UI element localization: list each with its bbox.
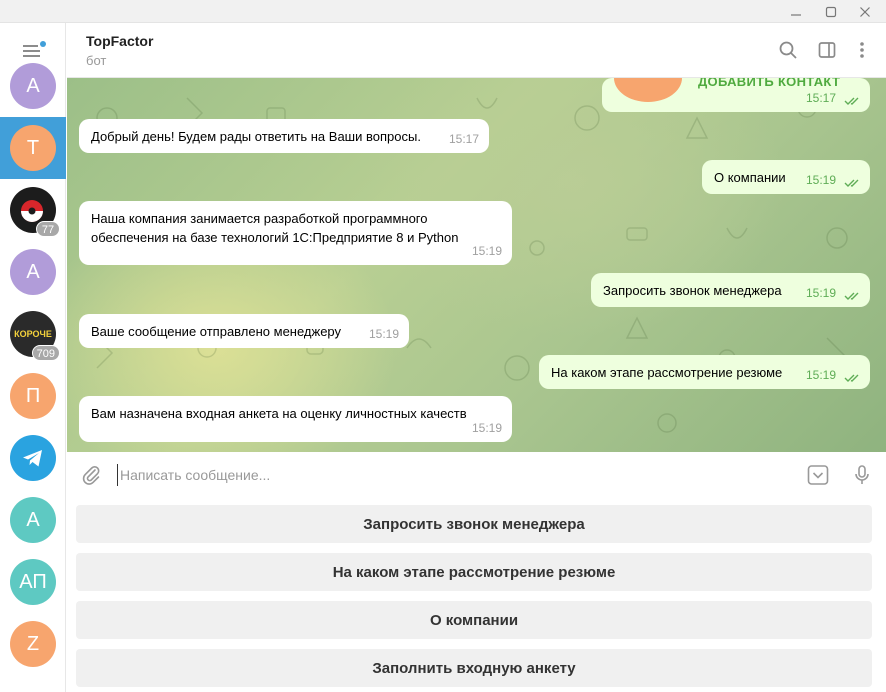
message-text: Запросить звонок менеджера [603, 283, 782, 298]
message-time: 15:19 [471, 244, 502, 258]
chat-avatar: АП [10, 559, 56, 605]
chat-avatar-initials: АП [19, 570, 47, 593]
read-checkmarks-icon [844, 292, 859, 300]
chat-list-item[interactable]: П [0, 365, 66, 427]
message-history[interactable]: ДОБАВИТЬ КОНТАКТ 15:17 Добрый день! Будем … [67, 78, 886, 452]
message-time: 15:19 [471, 421, 502, 435]
chat-avatar: A [10, 63, 56, 109]
message-time: 15:19 [805, 368, 836, 382]
message-time: 15:17 [805, 91, 836, 105]
unread-count-badge: 709 [31, 345, 60, 361]
more-options-button[interactable] [850, 38, 874, 62]
outgoing-message[interactable]: Запросить звонок менеджера 15:19 [591, 273, 870, 307]
maximize-button[interactable] [815, 0, 847, 23]
message-text: Наша компания занимается разработкой про… [91, 211, 459, 245]
chat-avatar: T [10, 125, 56, 171]
message-time: 15:19 [805, 173, 836, 187]
incoming-message[interactable]: Наша компания занимается разработкой про… [79, 201, 512, 265]
chat-avatar: A [10, 249, 56, 295]
search-button[interactable] [776, 38, 800, 62]
outgoing-message[interactable]: На каком этапе рассмотрение резюме 15:19 [539, 355, 870, 389]
unread-count-badge: 77 [36, 221, 60, 237]
minimize-button[interactable] [780, 0, 812, 23]
close-window-button[interactable] [849, 0, 881, 23]
chat-list-item[interactable]: A [0, 489, 66, 551]
chat-list-item[interactable]: 77 [0, 179, 66, 241]
search-icon [779, 41, 797, 59]
keyboard-toggle-icon [807, 465, 829, 485]
chat-avatar: A [10, 497, 56, 543]
bot-keyboard-toggle-button[interactable] [806, 463, 830, 487]
chat-avatar-initials: T [26, 136, 40, 159]
chat-avatar-initials: A [26, 508, 40, 531]
message-input[interactable] [117, 464, 797, 486]
close-icon [860, 6, 870, 17]
microphone-icon [855, 465, 869, 484]
sidebar-toggle-button[interactable] [815, 38, 839, 62]
message-text: О компании [714, 170, 786, 185]
message-composer [67, 452, 886, 498]
chat-status: бот [86, 53, 107, 68]
chat-list-item[interactable]: T [0, 117, 66, 179]
keyboard-button-fill-questionnaire[interactable]: Заполнить входную анкету [76, 649, 872, 687]
read-checkmarks-icon [844, 374, 859, 382]
chat-list-sidebar: A T 77 A КОРОЧЕ 709 П A АП Z [0, 23, 66, 692]
read-checkmarks-icon [844, 97, 859, 105]
window-titlebar [0, 0, 886, 23]
voice-message-button[interactable] [850, 463, 874, 487]
incoming-message[interactable]: Ваше сообщение отправлено менеджеру 15:19 [79, 314, 409, 348]
message-time: 15:19 [805, 286, 836, 300]
outgoing-message[interactable]: ДОБАВИТЬ КОНТАКТ 15:17 [602, 78, 870, 112]
sidebar-panel-icon [818, 42, 836, 58]
outgoing-message[interactable]: О компании 15:19 [702, 160, 870, 194]
chat-avatar [10, 435, 56, 481]
chat-list-item[interactable]: Z [0, 613, 66, 675]
chat-list-item[interactable]: АП [0, 551, 66, 613]
telegram-icon [23, 450, 42, 467]
contact-avatar [614, 78, 682, 102]
chat-list-item[interactable] [0, 427, 66, 489]
chat-avatar-initials: П [25, 384, 41, 407]
chat-header: TopFactor бот [67, 23, 886, 78]
chat-list-item[interactable]: КОРОЧЕ 709 [0, 303, 66, 365]
paperclip-icon [82, 466, 100, 485]
incoming-message[interactable]: Добрый день! Будем рады ответить на Ваши… [79, 119, 489, 153]
incoming-message[interactable]: Вам назначена входная анкета на оценку л… [79, 396, 512, 442]
chat-avatar-initials: A [26, 74, 40, 97]
keyboard-button-resume-status[interactable]: На каком этапе рассмотрение резюме [76, 553, 872, 591]
attach-button[interactable] [79, 463, 103, 487]
chat-avatar: П [10, 373, 56, 419]
message-time: 15:19 [368, 327, 399, 341]
minimize-icon [791, 13, 801, 16]
bot-reply-keyboard: Запросить звонок менеджера На каком этап… [67, 498, 886, 692]
message-time: 15:17 [448, 132, 479, 146]
keyboard-button-request-call[interactable]: Запросить звонок менеджера [76, 505, 872, 543]
read-checkmarks-icon [844, 179, 859, 187]
chat-avatar-initials: КОРОЧЕ [14, 329, 52, 339]
message-text: Вам назначена входная анкета на оценку л… [91, 406, 467, 421]
more-vertical-icon [860, 42, 864, 58]
keyboard-button-about-company[interactable]: О компании [76, 601, 872, 639]
message-text: Ваше сообщение отправлено менеджеру [91, 324, 342, 339]
chat-title[interactable]: TopFactor [86, 33, 153, 49]
chat-avatar: Z [10, 621, 56, 667]
chat-avatar-initials: A [26, 260, 40, 283]
chat-list-item[interactable]: A [0, 55, 66, 117]
message-text: Добрый день! Будем рады ответить на Ваши… [91, 129, 421, 144]
chat-list-item[interactable]: A [0, 241, 66, 303]
chat-avatar-initials: Z [26, 632, 40, 655]
maximize-icon [825, 6, 837, 17]
message-text: На каком этапе рассмотрение резюме [551, 365, 783, 380]
